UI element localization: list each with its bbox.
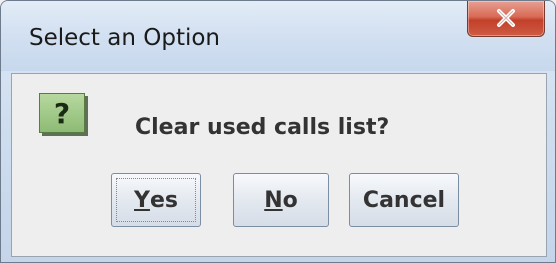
yes-button[interactable]: Yes — [111, 173, 201, 227]
cancel-label: Cancel — [362, 187, 446, 213]
window-title: Select an Option — [29, 25, 221, 51]
close-icon — [468, 1, 544, 35]
no-button[interactable]: No — [233, 173, 329, 227]
cancel-button[interactable]: Cancel — [349, 173, 459, 227]
dialog-window: Select an Option ? Clear used calls list… — [0, 0, 556, 263]
question-glyph: ? — [53, 96, 71, 130]
title-bar[interactable]: Select an Option — [1, 1, 555, 71]
dialog-message: Clear used calls list? — [135, 115, 390, 140]
no-label-rest: o — [282, 187, 298, 213]
no-mnemonic: N — [264, 187, 283, 213]
close-button[interactable] — [467, 1, 545, 37]
dialog-content — [11, 73, 547, 257]
yes-label-rest: es — [149, 187, 178, 213]
question-icon: ? — [39, 93, 85, 133]
yes-mnemonic: Y — [134, 187, 150, 213]
